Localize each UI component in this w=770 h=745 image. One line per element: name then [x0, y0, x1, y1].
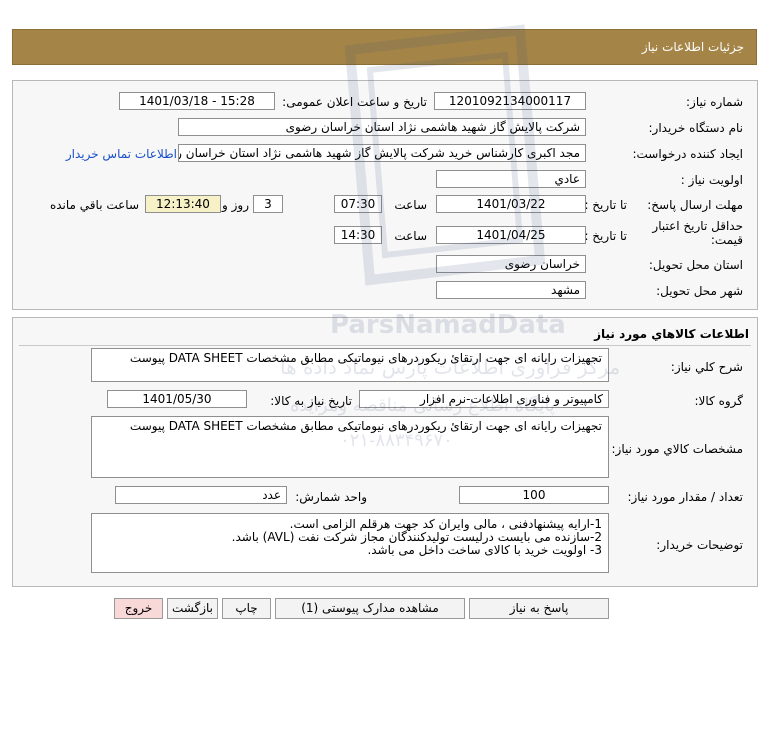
requester-field: مجد اکبری کارشناس خرید شرکت پالایش گاز ش… — [178, 144, 586, 162]
unit-field: عدد — [115, 486, 287, 504]
need-date-label: تاریخ نیاز به کالا: — [270, 394, 352, 408]
announce-label: تاریخ و ساعت اعلان عمومی: — [282, 95, 427, 109]
need-number-label: شماره نیاز: — [686, 95, 743, 109]
need-number-field: 1201092134000117 — [434, 92, 586, 110]
buyer-notes-field: 1-ارایه پیشنهادفنی ، مالی وایران کد جهت … — [91, 513, 609, 573]
deadline-time-label: ساعت — [394, 198, 427, 212]
view-attachments-button[interactable]: مشاهده مدارک پیوستی (1) — [275, 598, 465, 619]
spec-field: تجهیزات رایانه ای جهت ارتقائ ریکوردرهای … — [91, 416, 609, 478]
city-label: شهر محل تحويل: — [656, 284, 743, 298]
day-and-label: روز و — [222, 198, 249, 212]
quantity-field: 100 — [459, 486, 609, 504]
remaining-time-label: ساعت باقي مانده — [49, 198, 139, 212]
deadline-to-date-label: تا تاريخ : — [584, 198, 627, 212]
section-divider — [19, 345, 751, 346]
quantity-label: تعداد / مقدار مورد نیاز: — [627, 490, 743, 504]
page-header: جزئیات اطلاعات نیاز — [12, 29, 757, 65]
validity-label: حداقل تاريخ اعتبار قيمت: — [652, 219, 743, 247]
need-date-field: 1401/05/30 — [107, 390, 247, 408]
back-button[interactable]: بازگشت — [167, 598, 218, 619]
priority-label: اولويت نياز : — [680, 173, 743, 187]
general-desc-label: شرح كلي نياز: — [670, 360, 743, 374]
validity-time-label: ساعت — [394, 229, 427, 243]
validity-time-field: 14:30 — [334, 226, 382, 244]
buyer-org-label: نام دستگاه خريدار: — [648, 121, 744, 135]
validity-to-date-label: تا تاريخ : — [584, 229, 627, 243]
city-field: مشهد — [436, 281, 586, 299]
buyer-note-line: 3- اولویت خرید با کالای ساخت داخل می باش… — [367, 543, 602, 557]
page-title: جزئیات اطلاعات نیاز — [641, 40, 744, 54]
validity-date-field: 1401/04/25 — [436, 226, 586, 244]
buyer-notes-label: توضيحات خريدار: — [656, 538, 743, 552]
requester-label: ایجاد کننده درخواست: — [632, 147, 743, 161]
deadline-date-field: 1401/03/22 — [436, 195, 586, 213]
remaining-time-field: 12:13:40 — [145, 195, 221, 213]
announce-datetime-field: 1401/03/18 - 15:28 — [119, 92, 275, 110]
remaining-days-field: 3 — [253, 195, 283, 213]
goods-group-label: گروه كالا: — [694, 394, 744, 408]
province-field: خراسان رضوی — [436, 255, 586, 273]
goods-group-field: کامپیوتر و فناوری اطلاعات-نرم افزار — [359, 390, 609, 408]
spec-label: مشخصات كالاي مورد نياز: — [611, 442, 743, 456]
deadline-time-field: 07:30 — [334, 195, 382, 213]
exit-button[interactable]: خروج — [114, 598, 163, 619]
buyer-org-field: شرکت پالایش گاز شهید هاشمی نژاد استان خر… — [178, 118, 586, 136]
deadline-label: مهلت ارسال پاسخ: — [647, 198, 743, 212]
goods-panel: اطلاعات كالاهاي مورد نياز شرح كلي نياز: … — [12, 317, 758, 587]
print-button[interactable]: چاپ — [222, 598, 271, 619]
reply-to-need-button[interactable]: پاسخ به نیاز — [469, 598, 609, 619]
province-label: استان محل تحويل: — [648, 258, 743, 272]
general-desc-field: تجهیزات رایانه ای جهت ارتقائ ریکوردرهای … — [91, 348, 609, 382]
buyer-contact-link[interactable]: اطلاعات تماس خریدار — [66, 147, 177, 161]
priority-field: عادي — [436, 170, 586, 188]
unit-label: واحد شمارش: — [295, 490, 367, 504]
goods-section-title: اطلاعات كالاهاي مورد نياز — [594, 327, 749, 341]
need-info-panel: شماره نیاز: 1201092134000117 تاریخ و ساع… — [12, 80, 758, 310]
